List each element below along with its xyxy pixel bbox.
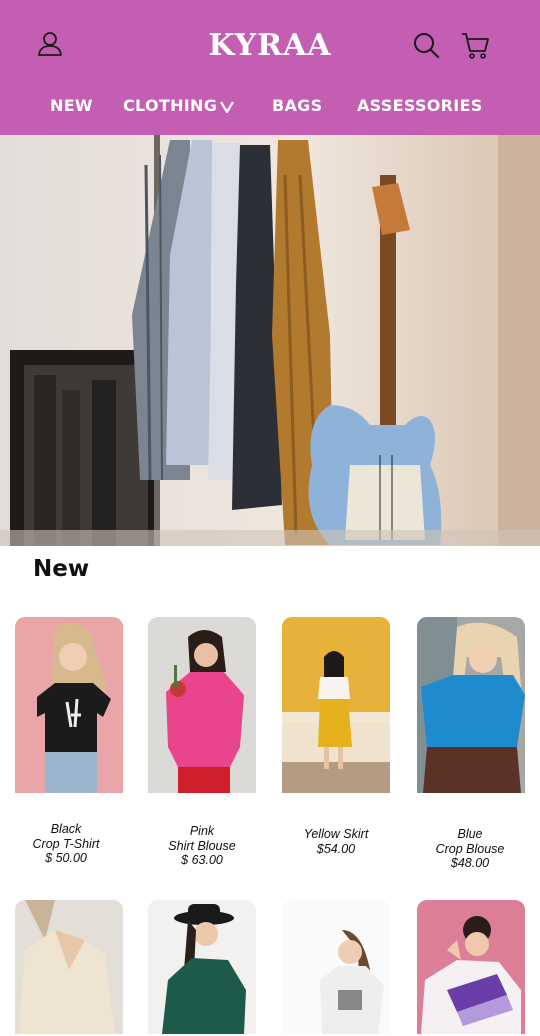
product-image[interactable]: [417, 900, 525, 1036]
product-name-line1: Pink: [189, 824, 215, 838]
nav-new[interactable]: NEW: [50, 96, 93, 120]
section-title-new: New: [33, 556, 90, 582]
product-price: $ 63.00: [181, 853, 223, 867]
product-name-line1: Blue: [457, 827, 483, 841]
product-name-line2: Crop T-Shirt: [32, 836, 100, 851]
product-name-line2: Shirt Blouse: [168, 838, 236, 853]
product-price: $54.00: [316, 841, 356, 856]
product-price: $ 50.00: [45, 851, 87, 865]
nav-clothing-label: CLOTHING: [123, 96, 218, 115]
product-image[interactable]: [148, 900, 256, 1036]
product-image-yellow-skirt[interactable]: [282, 617, 390, 793]
cart-icon[interactable]: [460, 30, 490, 60]
product-name-line1: Yellow Skirt: [303, 827, 369, 841]
product-caption: Black Crop T-Shirt $ 50.00: [0, 822, 136, 866]
product-image-black-crop-tshirt[interactable]: [15, 617, 123, 793]
product-name-line2: Crop Blouse: [435, 841, 505, 856]
product-image-pink-shirt-blouse[interactable]: [148, 617, 256, 793]
product-image[interactable]: [15, 900, 123, 1036]
product-caption: Pink Shirt Blouse $ 63.00: [132, 824, 272, 868]
product-image[interactable]: [282, 900, 390, 1036]
nav-clothing[interactable]: CLOTHING: [123, 96, 235, 120]
product-caption: Blue Crop Blouse $48.00: [400, 827, 540, 871]
brand-logo[interactable]: KYRAA: [0, 28, 540, 63]
product-caption: Yellow Skirt $54.00: [266, 827, 406, 856]
app-header: KYRAA NEW CLOTHING BAGS ASSESSORIES: [0, 0, 540, 135]
nav-bags[interactable]: BAGS: [272, 96, 322, 120]
chevron-down-icon: [220, 98, 235, 117]
product-name-line1: Black: [50, 822, 82, 836]
product-image-blue-crop-blouse[interactable]: [417, 617, 525, 793]
nav-accessories[interactable]: ASSESSORIES: [357, 96, 483, 120]
hero-banner-image[interactable]: [0, 135, 540, 546]
product-price: $48.00: [450, 856, 490, 870]
search-icon[interactable]: [412, 31, 440, 59]
